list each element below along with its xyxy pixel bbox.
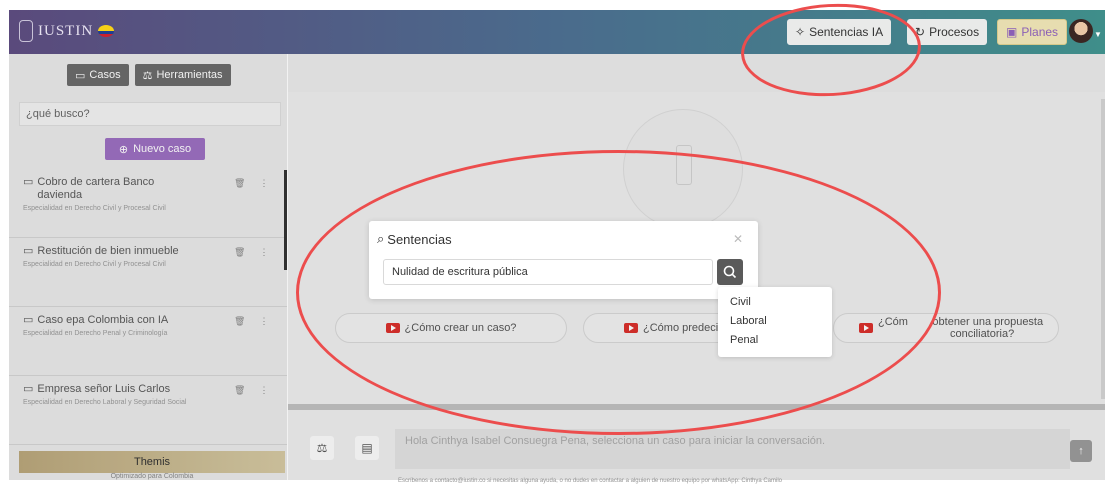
colombia-flag-icon (98, 25, 115, 37)
dropdown-option-laboral[interactable]: Laboral (730, 312, 820, 331)
dropdown-option-penal[interactable]: Penal (730, 331, 820, 350)
search-submit-button[interactable] (717, 259, 743, 285)
procesos-label: Procesos (929, 25, 980, 39)
sentencias-search-modal: ⌕ Sentencias ✕ Nulidad de escritura públ… (369, 221, 758, 299)
planes-button[interactable]: ▣ Planes (997, 19, 1068, 45)
planes-label: Planes (1021, 25, 1059, 39)
sparkle-icon: ✧ (795, 25, 806, 39)
search-icon: ⌕ (377, 231, 385, 246)
logo-mark-icon (19, 20, 33, 42)
sentencias-ia-button[interactable]: ✧ Sentencias IA (787, 19, 892, 45)
sentencias-ia-label: Sentencias IA (809, 25, 884, 39)
modal-title-text: Sentencias (387, 231, 452, 247)
search-icon (723, 265, 737, 279)
logo[interactable]: IUSTIN (19, 20, 115, 42)
top-navbar: IUSTIN ✧ Sentencias IA ↻ Procesos ▣ Plan… (9, 10, 1105, 54)
close-icon[interactable]: ✕ (733, 232, 743, 246)
sentencias-search-input[interactable]: Nulidad de escritura pública (383, 259, 713, 285)
category-dropdown: Civil Laboral Penal (718, 287, 832, 357)
refresh-icon: ↻ (915, 25, 926, 39)
avatar[interactable] (1069, 19, 1093, 43)
modal-title: ⌕ Sentencias (377, 231, 452, 247)
dropdown-option-civil[interactable]: Civil (730, 293, 820, 312)
chevron-down-icon[interactable]: ▼ (1094, 30, 1102, 39)
procesos-button[interactable]: ↻ Procesos (907, 19, 988, 45)
logo-text: IUSTIN (38, 22, 94, 39)
card-icon: ▣ (1006, 25, 1018, 39)
